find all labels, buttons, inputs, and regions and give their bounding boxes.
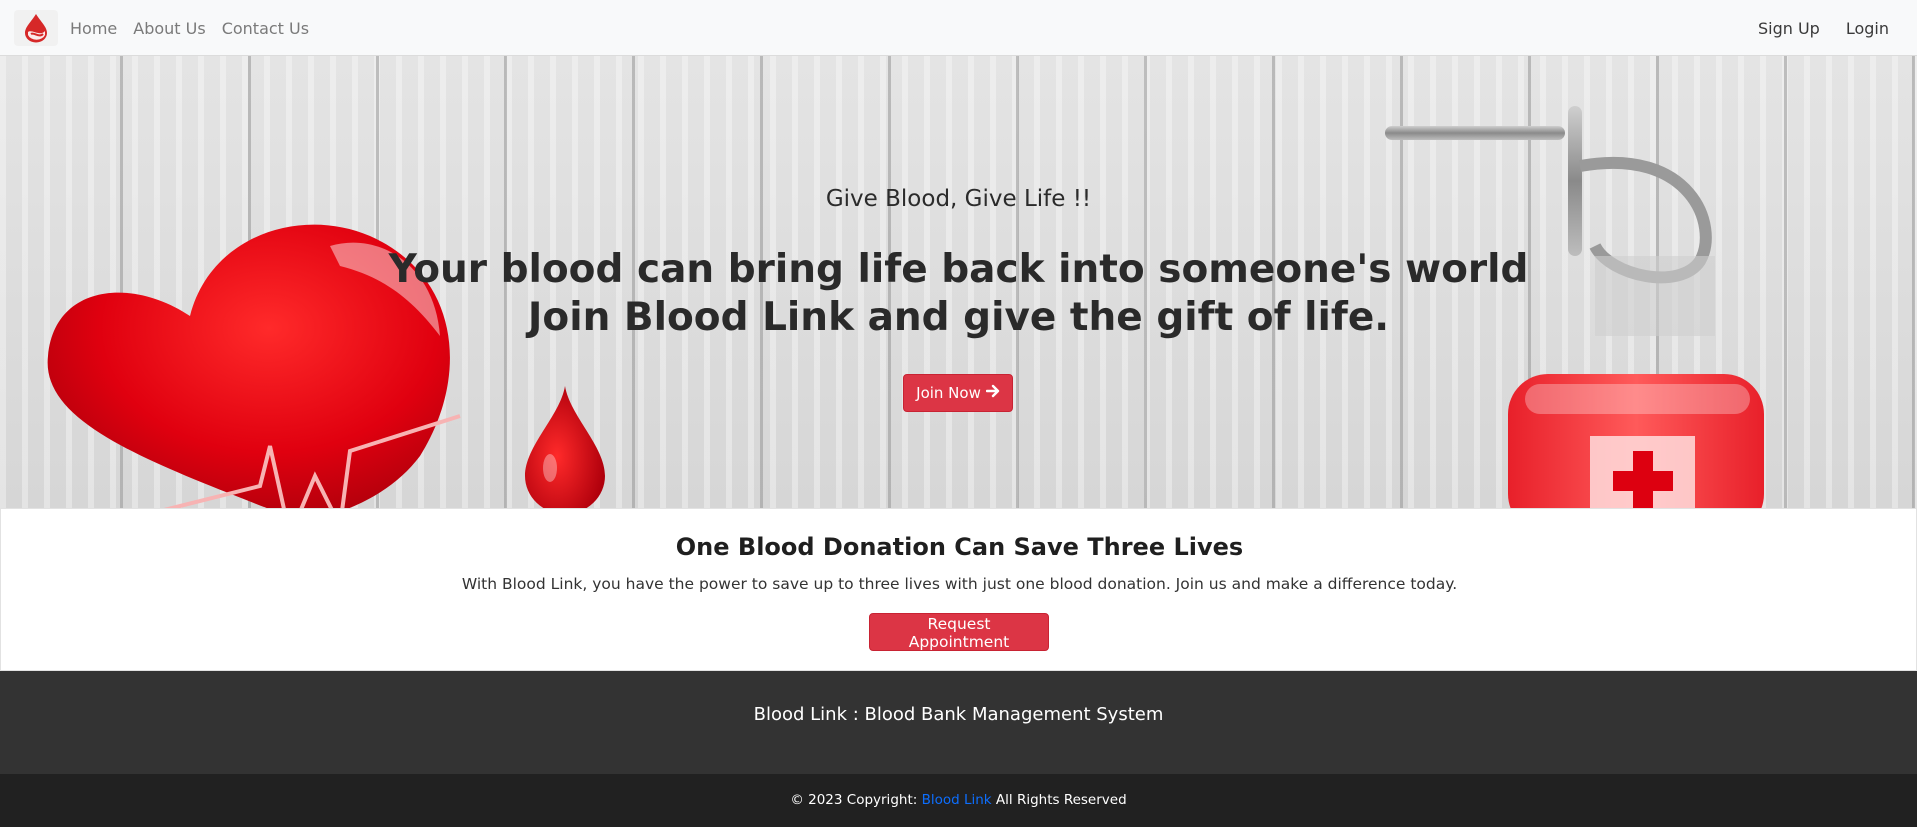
brand-logo[interactable] (14, 10, 58, 46)
footer-top: Blood Link : Blood Bank Management Syste… (0, 671, 1917, 774)
sign-up-link[interactable]: Sign Up (1758, 19, 1820, 38)
copyright-suffix: All Rights Reserved (995, 792, 1127, 808)
hero-headline-line2: Join Blood Link and give the gift of lif… (527, 295, 1390, 340)
copyright-prefix: © 2023 Copyright: (790, 792, 918, 808)
arrow-right-icon (985, 384, 1000, 402)
hero-tagline: Give Blood, Give Life !! (825, 186, 1092, 212)
hero-banner: Give Blood, Give Life !! Your blood can … (0, 56, 1917, 508)
nav-link-contact-us[interactable]: Contact Us (222, 19, 309, 38)
nav-link-home[interactable]: Home (70, 19, 117, 38)
login-link[interactable]: Login (1846, 19, 1889, 38)
navbar: Home About Us Contact Us Sign Up Login (0, 0, 1917, 56)
donation-info-section: One Blood Donation Can Save Three Lives … (0, 508, 1917, 671)
auth-links: Sign Up Login (1732, 0, 1889, 56)
nav-links: Home About Us Contact Us (70, 0, 325, 56)
hero-headline-line1: Your blood can bring life back into some… (388, 247, 1529, 292)
donation-description: With Blood Link, you have the power to s… (461, 575, 1458, 593)
blood-drop-illustration (525, 386, 605, 508)
donation-heading: One Blood Donation Can Save Three Lives (675, 533, 1244, 561)
footer-title: Blood Link : Blood Bank Management Syste… (753, 704, 1164, 725)
footer-copyright: © 2023 Copyright: Blood Link All Rights … (0, 774, 1917, 827)
request-appointment-button[interactable]: Request Appointment (869, 613, 1049, 651)
copyright-link[interactable]: Blood Link (922, 792, 992, 808)
hero-headline: Your blood can bring life back into some… (0, 246, 1917, 342)
join-now-label: Join Now (916, 384, 981, 402)
nav-link-about-us[interactable]: About Us (133, 19, 205, 38)
blood-drop-icon (25, 14, 47, 43)
join-now-button[interactable]: Join Now (903, 374, 1013, 412)
